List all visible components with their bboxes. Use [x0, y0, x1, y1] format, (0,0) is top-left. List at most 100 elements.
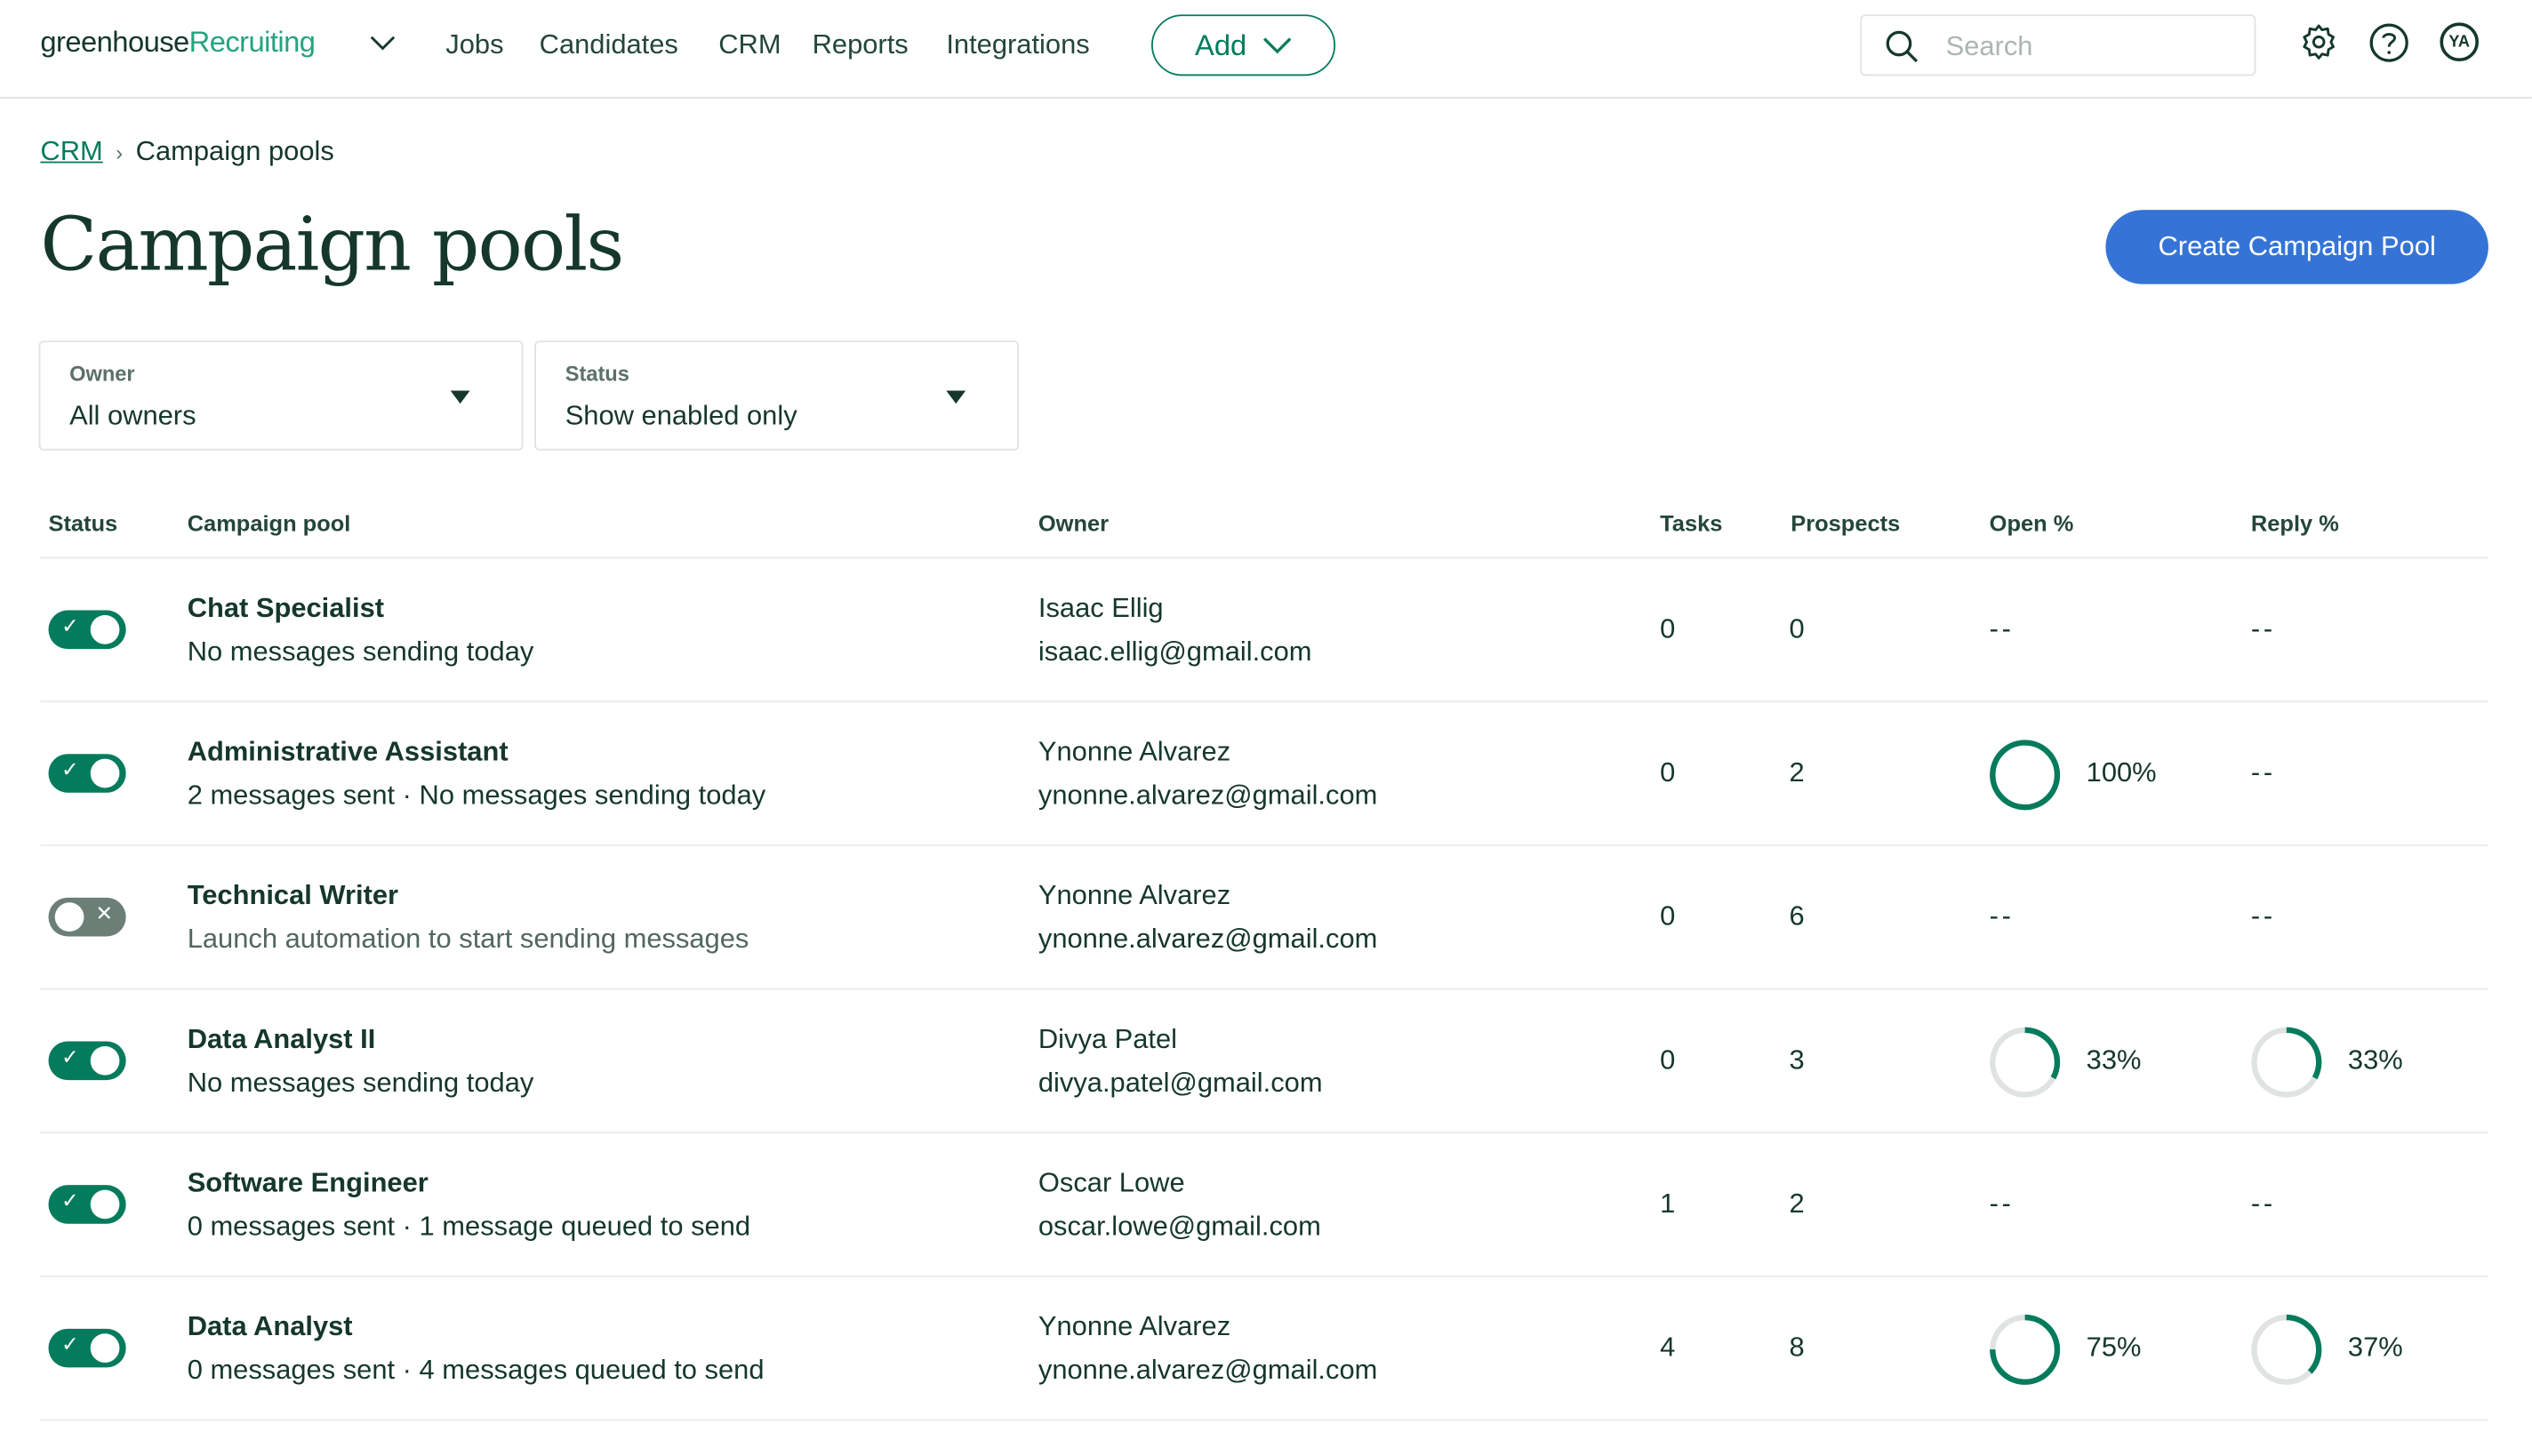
- reply-rate-value: 37%: [2347, 1332, 2403, 1363]
- add-label: Add: [1195, 28, 1247, 61]
- open-rate-value: 100%: [2086, 756, 2157, 788]
- prospects-count: 8: [1789, 1332, 1805, 1363]
- search-icon: [1886, 30, 1919, 63]
- avatar[interactable]: YA: [2440, 22, 2480, 62]
- nav-integrations[interactable]: Integrations: [946, 29, 1089, 61]
- status-toggle[interactable]: ✓: [48, 1185, 126, 1224]
- prospects-count: 0: [1789, 613, 1805, 644]
- breadcrumb: CRM › Campaign pools: [40, 136, 333, 168]
- prospects-count: 3: [1789, 1044, 1805, 1076]
- open-rate-value: 75%: [2086, 1332, 2142, 1363]
- table-row[interactable]: ✓ Data Analyst II No messages sending to…: [0, 989, 2532, 1134]
- owner-email: ynonne.alvarez@gmail.com: [1038, 1354, 1378, 1386]
- status-toggle[interactable]: ✓: [48, 1328, 126, 1368]
- column-header-status: Status: [48, 509, 118, 537]
- campaign-pool-name[interactable]: Data Analyst: [188, 1311, 353, 1343]
- campaign-pool-name[interactable]: Data Analyst II: [188, 1024, 376, 1056]
- owner-name: Ynonne Alvarez: [1038, 736, 1231, 767]
- owner-name: Divya Patel: [1038, 1023, 1178, 1055]
- status-filter-label: Status: [565, 361, 629, 387]
- chevron-down-icon[interactable]: [368, 32, 397, 54]
- owner-name: Ynonne Alvarez: [1038, 1310, 1231, 1342]
- reply-rate-empty: --: [2250, 756, 2276, 788]
- owner-name: Ynonne Alvarez: [1038, 879, 1231, 911]
- owner-email: divya.patel@gmail.com: [1038, 1067, 1323, 1099]
- tasks-count: 0: [1660, 1044, 1676, 1076]
- ring-progress: [1990, 740, 2061, 811]
- prospects-count: 2: [1789, 756, 1805, 788]
- app: greenhouseRecruiting Jobs Candidates CRM…: [0, 0, 2532, 1456]
- row-divider: [40, 1419, 2488, 1421]
- owner-filter[interactable]: Owner All owners: [38, 340, 524, 451]
- column-header-campaign-pool: Campaign pool: [187, 509, 351, 537]
- nav-jobs[interactable]: Jobs: [445, 29, 503, 61]
- campaign-pool-detail: No messages sending today: [187, 1067, 534, 1099]
- reply-rate-empty: --: [2250, 900, 2276, 932]
- open-rate-value: 33%: [2086, 1044, 2142, 1076]
- nav-candidates[interactable]: Candidates: [540, 29, 678, 61]
- breadcrumb-crm-link[interactable]: CRM: [40, 136, 102, 167]
- owner-email: isaac.ellig@gmail.com: [1038, 636, 1312, 668]
- tasks-count: 0: [1660, 613, 1676, 644]
- status-toggle[interactable]: ✕: [48, 897, 126, 937]
- table-row[interactable]: ✓ Chat Specialist No messages sending to…: [0, 558, 2532, 703]
- tasks-count: 0: [1660, 900, 1676, 932]
- owner-email: oscar.lowe@gmail.com: [1038, 1211, 1321, 1242]
- open-rate-empty: --: [1989, 1188, 2015, 1220]
- campaign-pool-detail: 2 messages sent · No messages sending to…: [187, 780, 766, 811]
- column-header-open-pct: Open %: [1989, 509, 2074, 537]
- tasks-count: 1: [1660, 1188, 1676, 1220]
- table-row[interactable]: ✓ Software Engineer 0 messages sent · 1 …: [0, 1133, 2532, 1277]
- add-button[interactable]: Add: [1151, 14, 1336, 76]
- toggle-knob: [54, 902, 84, 932]
- caret-down-icon: [946, 390, 966, 404]
- table-row[interactable]: ✓ Administrative Assistant 2 messages se…: [0, 702, 2532, 846]
- table-row[interactable]: ✕ Technical Writer Launch automation to …: [0, 846, 2532, 990]
- prospects-count: 6: [1789, 900, 1805, 932]
- column-header-prospects: Prospects: [1791, 509, 1901, 537]
- prospects-count: 2: [1789, 1188, 1805, 1220]
- status-filter[interactable]: Status Show enabled only: [534, 340, 1020, 451]
- toggle-knob: [90, 1045, 120, 1076]
- campaign-pool-name[interactable]: Chat Specialist: [188, 593, 384, 625]
- check-icon: ✓: [61, 756, 79, 782]
- owner-email: ynonne.alvarez@gmail.com: [1038, 923, 1378, 955]
- breadcrumb-current: Campaign pools: [135, 135, 334, 167]
- reply-rate-value: 33%: [2347, 1044, 2403, 1076]
- open-rate-empty: --: [1989, 613, 2015, 644]
- campaign-pool-name[interactable]: Software Engineer: [188, 1167, 429, 1199]
- campaign-pool-detail: No messages sending today: [187, 636, 534, 668]
- toggle-knob: [90, 615, 120, 644]
- campaign-pool-name[interactable]: Administrative Assistant: [188, 736, 509, 768]
- campaign-pool-name[interactable]: Technical Writer: [188, 880, 398, 912]
- open-rate-empty: --: [1989, 900, 2015, 932]
- owner-filter-value: All owners: [69, 400, 196, 431]
- campaign-pool-detail: 0 messages sent · 1 message queued to se…: [187, 1211, 751, 1242]
- toggle-knob: [90, 758, 120, 788]
- check-icon: ✓: [61, 613, 79, 638]
- search-input[interactable]: Search: [1860, 14, 2256, 76]
- search-placeholder: Search: [1945, 30, 2033, 62]
- gear-icon[interactable]: [2299, 22, 2338, 61]
- status-toggle[interactable]: ✓: [48, 754, 126, 793]
- open-rate-ring-icon: [1990, 1314, 2061, 1385]
- owner-filter-label: Owner: [69, 361, 135, 387]
- reply-rate-empty: --: [2250, 613, 2276, 644]
- table-row[interactable]: ✓ Data Analyst 0 messages sent · 4 messa…: [0, 1277, 2532, 1421]
- column-header-tasks: Tasks: [1660, 509, 1723, 537]
- top-nav: greenhouseRecruiting Jobs Candidates CRM…: [0, 0, 2532, 99]
- open-rate-ring-icon: [1990, 1027, 2061, 1098]
- status-toggle[interactable]: ✓: [48, 610, 126, 650]
- toggle-knob: [90, 1189, 120, 1220]
- create-campaign-pool-button[interactable]: Create Campaign Pool: [2105, 210, 2488, 284]
- help-icon[interactable]: [2369, 22, 2409, 62]
- chevron-down-icon: [1263, 37, 1292, 54]
- toggle-knob: [90, 1333, 120, 1363]
- nav-reports[interactable]: Reports: [813, 29, 909, 61]
- check-icon: ✓: [61, 1188, 79, 1213]
- check-icon: ✓: [61, 1332, 79, 1356]
- x-icon: ✕: [95, 900, 114, 925]
- logo[interactable]: greenhouseRecruiting: [40, 26, 316, 60]
- status-toggle[interactable]: ✓: [48, 1041, 126, 1081]
- nav-crm[interactable]: CRM: [718, 29, 781, 61]
